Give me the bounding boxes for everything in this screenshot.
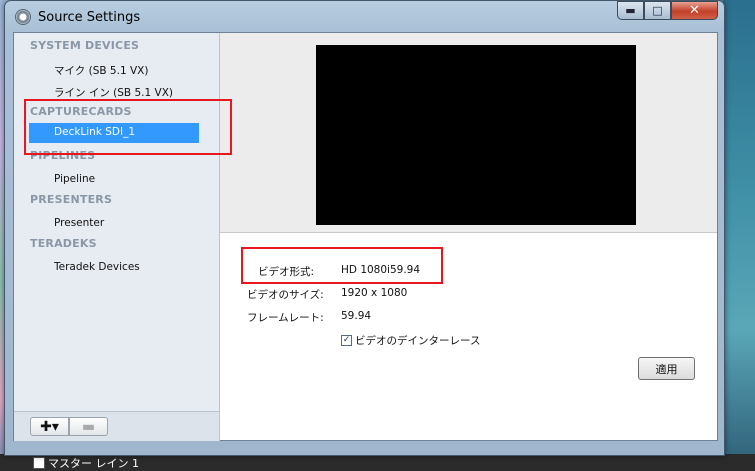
maximize-button[interactable]: □	[644, 1, 671, 20]
section-system-devices: SYSTEM DEVICES	[30, 39, 140, 52]
title-bar[interactable]: Source Settings ▬ □ ✕	[5, 1, 724, 33]
app-icon	[15, 9, 31, 25]
sidebar-item-line-in[interactable]: ライン イン (SB 5.1 VX)	[54, 85, 173, 100]
section-teradeks: TERADEKS	[30, 237, 97, 250]
deinterlace-checkbox[interactable]: ✓	[341, 335, 352, 346]
sidebar-item-presenter[interactable]: Presenter	[54, 217, 104, 229]
highlight-capturecards	[24, 99, 232, 155]
background-checkbox[interactable]	[33, 457, 45, 469]
section-presenters: PRESENTERS	[30, 193, 113, 206]
frame-rate-label: フレームレート:	[247, 312, 324, 324]
highlight-video-format	[241, 247, 443, 284]
sidebar-item-teradek[interactable]: Teradek Devices	[54, 261, 140, 273]
window-title: Source Settings	[38, 10, 141, 25]
close-button[interactable]: ✕	[671, 1, 718, 20]
video-size-label: ビデオのサイズ:	[247, 289, 324, 301]
remove-source-button[interactable]: ▬	[69, 417, 108, 436]
sidebar-toolbar: ✚▾ ▬	[14, 411, 220, 441]
apply-button[interactable]: 適用	[638, 357, 695, 380]
minimize-button[interactable]: ▬	[617, 1, 644, 20]
window-client-area: SYSTEM DEVICES マイク (SB 5.1 VX) ライン イン (S…	[13, 32, 718, 441]
background-window-strip: マスター レイン 1	[0, 454, 755, 471]
background-checkbox-label: マスター レイン 1	[48, 457, 139, 470]
sidebar-item-pipeline[interactable]: Pipeline	[54, 173, 95, 185]
preview-panel	[220, 33, 717, 233]
video-preview	[316, 45, 636, 225]
deinterlace-label[interactable]: ビデオのデインターレース	[355, 333, 480, 348]
source-settings-window: Source Settings ▬ □ ✕ SYSTEM DEVICES マイク…	[4, 0, 725, 456]
add-source-button[interactable]: ✚▾	[30, 417, 69, 436]
source-sidebar: SYSTEM DEVICES マイク (SB 5.1 VX) ライン イン (S…	[14, 33, 220, 411]
desktop-background-right	[723, 0, 755, 471]
frame-rate-value: 59.94	[341, 310, 372, 322]
video-size-value: 1920 x 1080	[341, 287, 408, 299]
sidebar-item-mic[interactable]: マイク (SB 5.1 VX)	[54, 63, 148, 78]
